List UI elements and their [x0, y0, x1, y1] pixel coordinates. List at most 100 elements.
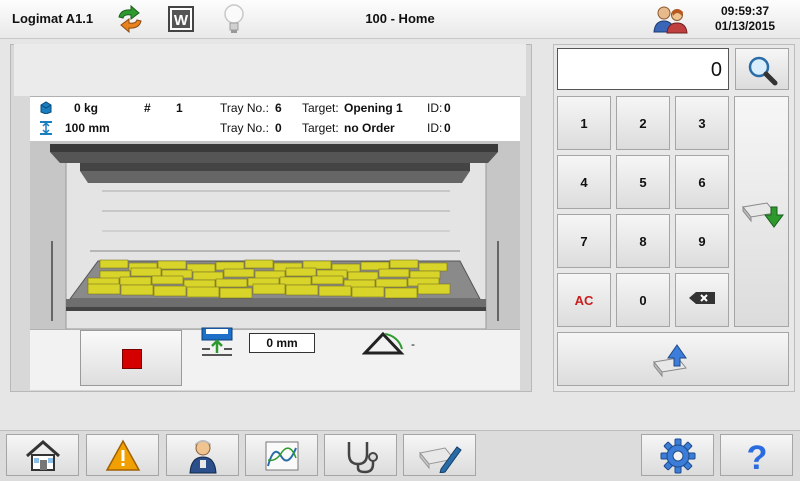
users-icon[interactable]	[652, 4, 688, 34]
tray-no-label-2: Tray No.:	[220, 121, 269, 135]
height-icon	[39, 120, 53, 139]
home-button[interactable]	[6, 434, 79, 476]
tray-item	[378, 268, 410, 278]
tray-items	[87, 259, 451, 299]
tray-item	[311, 275, 344, 285]
clock: 09:59:37 01/13/2015	[700, 4, 790, 34]
store-tray-icon	[653, 344, 687, 378]
app-title: Logimat A1.1	[12, 11, 94, 26]
tray-item	[375, 278, 408, 288]
target-value-1: Opening 1	[344, 101, 403, 115]
tray-no-label-1: Tray No.:	[220, 101, 269, 115]
header-bar: Logimat A1.1 W 100 - Home 09:59:37 01/13…	[0, 0, 800, 39]
tray-height-icon	[200, 327, 234, 357]
tray-item	[215, 278, 248, 288]
help-icon: ?	[746, 439, 767, 477]
key-3[interactable]: 3	[675, 96, 729, 150]
date-display: 01/13/2015	[714, 19, 776, 33]
tray-item	[157, 260, 187, 270]
tray-item	[151, 275, 184, 285]
tray-item	[223, 268, 255, 278]
home-icon	[25, 440, 60, 471]
key-1[interactable]: 1	[557, 96, 611, 150]
key-9[interactable]: 9	[675, 214, 729, 268]
search-icon	[748, 56, 778, 86]
time-display: 09:59:37	[720, 4, 770, 18]
angle-sensor-icon	[361, 330, 406, 356]
key-4[interactable]: 4	[557, 155, 611, 209]
keypad-display[interactable]: 0	[557, 48, 729, 90]
hash-label: #	[144, 101, 151, 115]
id-label-2: ID:	[427, 121, 443, 135]
tray-visualization	[30, 141, 520, 329]
key-6[interactable]: 6	[675, 155, 729, 209]
hash-value: 1	[176, 101, 183, 115]
backspace-icon	[689, 292, 715, 304]
tray-item	[351, 286, 385, 298]
operator-icon	[188, 440, 217, 474]
sync-arrows-icon[interactable]	[115, 4, 145, 34]
id-value-2: 0	[444, 121, 451, 135]
retrieve-tray-button[interactable]	[734, 96, 789, 327]
operator-button[interactable]	[166, 434, 239, 476]
help-button[interactable]: ?	[720, 434, 793, 477]
settings-button[interactable]	[641, 434, 714, 476]
stop-icon	[122, 349, 142, 369]
weight-value: 0 kg	[74, 101, 99, 115]
key-clear-all[interactable]: AC	[557, 273, 611, 327]
tray-item	[244, 259, 274, 269]
tray-item	[120, 284, 154, 296]
tray-item	[418, 262, 448, 272]
tray-item	[384, 287, 418, 299]
store-tray-button[interactable]	[557, 332, 789, 386]
chart-icon	[265, 441, 298, 471]
svg-text:?: ?	[746, 439, 767, 474]
tray-edit-button[interactable]	[403, 434, 476, 476]
diagnostics-button[interactable]	[324, 434, 397, 476]
stop-button[interactable]	[80, 330, 182, 386]
tray-item	[99, 259, 129, 269]
key-8[interactable]: 8	[616, 214, 670, 268]
machine-top-band	[14, 44, 526, 96]
settings-gear-icon	[660, 438, 695, 474]
lightbulb-icon[interactable]	[222, 3, 246, 35]
tray-item	[252, 283, 286, 295]
key-2[interactable]: 2	[616, 96, 670, 150]
statistics-button[interactable]	[245, 434, 318, 476]
svg-text:W: W	[174, 12, 189, 29]
tray-item	[119, 276, 152, 286]
retrieve-tray-icon	[741, 202, 784, 228]
id-value-1: 0	[444, 101, 451, 115]
weight-icon	[39, 100, 53, 117]
search-button[interactable]	[735, 48, 789, 90]
tray-item	[153, 285, 187, 297]
alarm-button[interactable]	[86, 434, 159, 476]
tray-info-strip: 0 kg # 1 100 mm Tray No.: 6 Target: Open…	[30, 96, 520, 142]
tray-height-field: 0 mm	[249, 333, 315, 353]
tray-item	[285, 267, 317, 277]
key-7[interactable]: 7	[557, 214, 611, 268]
target-value-2: no Order	[344, 121, 395, 135]
tray-item	[417, 283, 451, 295]
key-0[interactable]: 0	[616, 273, 670, 327]
tray-no-value-1: 6	[275, 101, 282, 115]
angle-value: -	[411, 337, 415, 351]
tray-item	[318, 285, 352, 297]
key-5[interactable]: 5	[616, 155, 670, 209]
target-label-1: Target:	[302, 101, 339, 115]
tray-item	[186, 286, 220, 298]
tray-item	[389, 259, 419, 269]
tray-item	[130, 267, 162, 277]
tray-item	[347, 271, 379, 281]
backspace-button[interactable]	[675, 273, 729, 327]
height-value: 100 mm	[65, 121, 110, 135]
warning-icon	[105, 439, 140, 471]
tray-no-value-2: 0	[275, 121, 282, 135]
tray-item	[219, 287, 253, 299]
target-label-2: Target:	[302, 121, 339, 135]
tray-item	[285, 284, 319, 296]
tray-item	[87, 283, 121, 295]
screen-title: 100 - Home	[365, 11, 435, 26]
w-mode-icon[interactable]: W	[168, 6, 194, 32]
stethoscope-icon	[347, 442, 378, 474]
